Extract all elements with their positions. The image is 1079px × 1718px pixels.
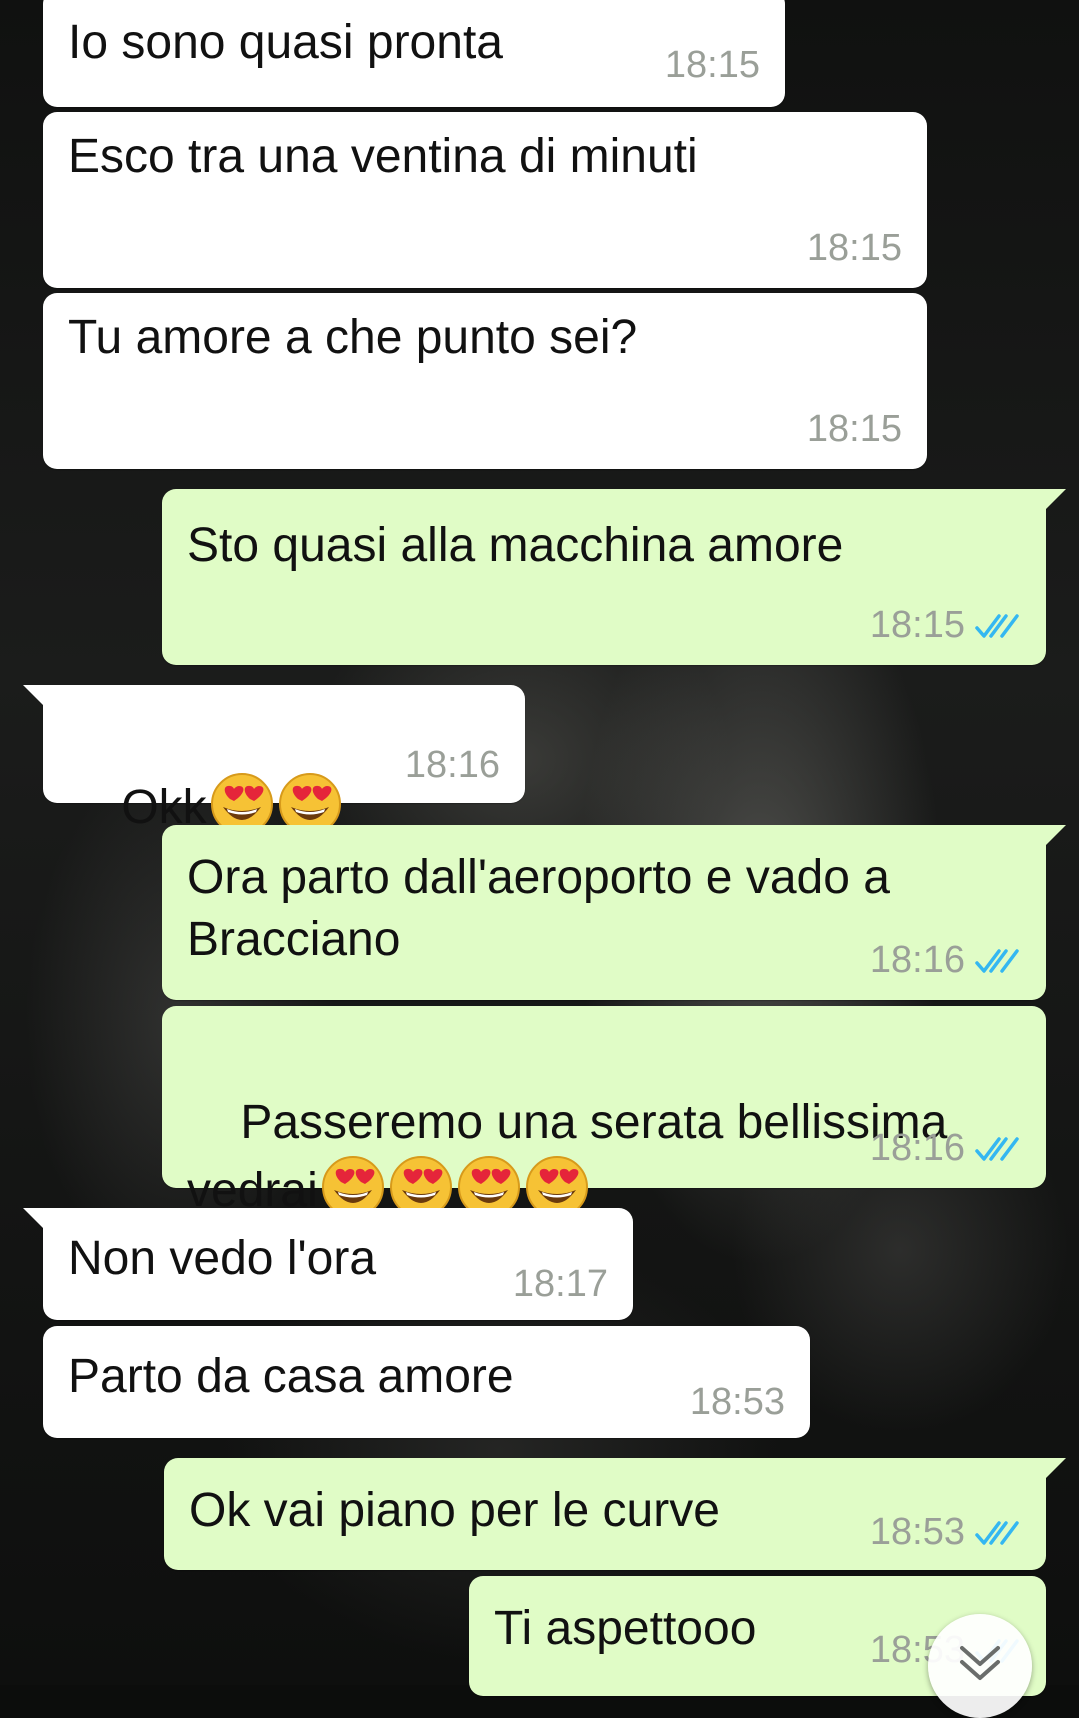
double-check-icon — [975, 1520, 1019, 1545]
message-incoming[interactable]: Tu amore a che punto sei? 18:15 — [43, 293, 927, 469]
message-meta: 18:17 — [513, 1263, 608, 1306]
message-time: 18:15 — [664, 44, 760, 86]
chevron-double-down-icon — [960, 1646, 1000, 1680]
message-time: 18:15 — [869, 604, 965, 646]
message-incoming[interactable]: Parto da casa amore 18:53 — [43, 1326, 810, 1438]
message-text: Sto quasi alla macchina amore — [187, 519, 844, 572]
message-meta: 18:15 — [870, 604, 1021, 647]
message-outgoing[interactable]: Ok vai piano per le curve 18:53 — [164, 1458, 1066, 1570]
message-meta: 18:16 — [870, 939, 1021, 982]
message-time: 18:16 — [869, 1127, 965, 1169]
message-incoming[interactable]: Okk 18:16 — [23, 685, 525, 835]
message-incoming[interactable]: Io sono quasi pronta 18:15 — [43, 0, 785, 107]
message-time: 18:53 — [869, 1511, 965, 1553]
message-time: 18:15 — [806, 408, 902, 450]
message-time: 18:16 — [404, 744, 500, 786]
message-text: Io sono quasi pronta — [68, 16, 503, 69]
message-meta: 18:16 — [870, 1127, 1021, 1170]
message-meta: 18:16 — [405, 744, 500, 787]
scroll-to-bottom-button[interactable] — [928, 1614, 1032, 1718]
double-check-icon — [975, 1136, 1019, 1161]
message-outgoing[interactable]: Passeremo una serata bellissima vedrai 1… — [162, 1006, 1046, 1218]
double-check-icon — [975, 613, 1019, 638]
message-time: 18:17 — [512, 1263, 608, 1305]
message-meta: 18:15 — [807, 227, 902, 270]
message-text: Tu amore a che punto sei? — [68, 311, 638, 364]
message-time: 18:53 — [689, 1381, 785, 1423]
message-time: 18:15 — [806, 227, 902, 269]
double-check-icon — [975, 948, 1019, 973]
message-meta: 18:53 — [870, 1511, 1021, 1554]
message-meta: 18:15 — [665, 44, 760, 87]
message-meta: 18:53 — [690, 1381, 785, 1424]
message-text: Parto da casa amore — [68, 1350, 514, 1403]
message-outgoing[interactable]: Sto quasi alla macchina amore 18:15 — [162, 489, 1066, 665]
message-text: Esco tra una ventina di minuti — [68, 130, 698, 183]
message-meta: 18:15 — [807, 408, 902, 451]
message-outgoing[interactable]: Ora parto dall'aeroporto e vado a Bracci… — [162, 825, 1066, 1000]
message-time: 18:16 — [869, 939, 965, 981]
message-incoming[interactable]: Esco tra una ventina di minuti 18:15 — [43, 112, 927, 288]
message-incoming[interactable]: Non vedo l'ora 18:17 — [23, 1208, 633, 1320]
